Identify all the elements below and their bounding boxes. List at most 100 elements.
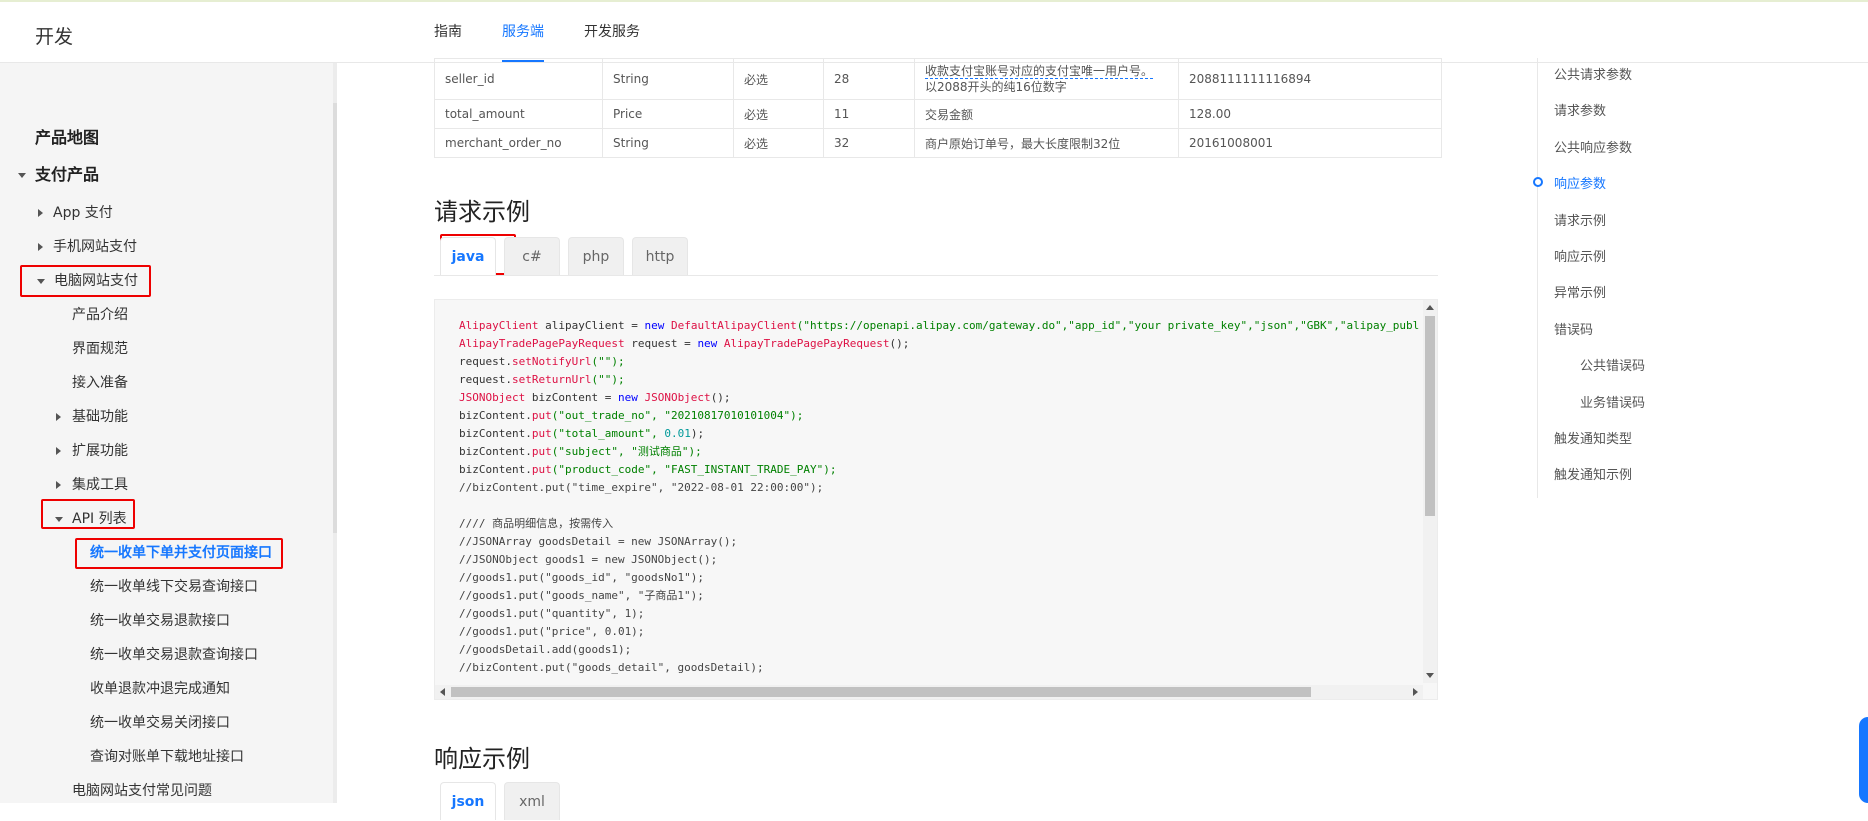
top-header: 开发 指南 服务端 开发服务 xyxy=(0,2,1868,63)
toc-item-response-params[interactable]: 响应参数 xyxy=(1554,173,1606,192)
sidebar-item-faq[interactable]: 电脑网站支付常见问题 xyxy=(72,781,212,801)
sidebar-item-extend[interactable]: 扩展功能 xyxy=(56,441,128,461)
param-desc: 商户原始订单号，最大长度限制32位 xyxy=(914,128,1179,158)
param-desc: 交易金额 xyxy=(914,99,1179,129)
sidebar-item-api-refund-query[interactable]: 统一收单交易退款查询接口 xyxy=(90,645,258,665)
sidebar-item-api-refund[interactable]: 统一收单交易退款接口 xyxy=(90,611,230,631)
code-horizontal-scrollbar-thumb[interactable] xyxy=(451,687,1311,697)
param-desc-line1: 收款支付宝账号对应的支付宝唯一用户号。 xyxy=(925,64,1154,79)
param-name: total_amount xyxy=(434,99,603,129)
tab-http[interactable]: http xyxy=(632,237,688,275)
param-name: merchant_order_no xyxy=(434,128,603,158)
param-desc: 收款支付宝账号对应的支付宝唯一用户号。 以2088开头的纯16位数字 xyxy=(914,58,1179,100)
param-required: 必选 xyxy=(733,99,824,129)
sidebar-item-pay-products[interactable]: 支付产品 xyxy=(18,165,99,185)
tab-server[interactable]: 服务端 xyxy=(502,2,544,62)
tab-php[interactable]: php xyxy=(568,237,624,275)
param-max-len: 11 xyxy=(823,99,915,129)
sidebar-item-intro[interactable]: 产品介绍 xyxy=(72,305,128,325)
param-max-len: 32 xyxy=(823,128,915,158)
toc-item-public-response-params[interactable]: 公共响应参数 xyxy=(1554,137,1632,156)
param-name: seller_id xyxy=(434,58,603,100)
sidebar-item-product-map[interactable]: 产品地图 xyxy=(35,128,99,148)
caret-right-icon xyxy=(38,243,43,251)
sidebar-item-api-bill-download[interactable]: 查询对账单下载地址接口 xyxy=(90,747,244,767)
section-title-request-example: 请求示例 xyxy=(434,198,530,226)
caret-right-icon xyxy=(56,481,61,489)
tab-java[interactable]: java xyxy=(440,237,496,275)
code-horizontal-scrollbar[interactable] xyxy=(435,685,1423,699)
tab-xml[interactable]: xml xyxy=(504,782,560,820)
param-type: Price xyxy=(602,99,734,129)
highlight-box-pc-web-pay xyxy=(20,265,151,297)
tab-guide[interactable]: 指南 xyxy=(434,2,462,62)
floating-help-tab[interactable] xyxy=(1859,717,1868,803)
response-language-tabs: json xml xyxy=(440,782,568,820)
sidebar-item-prepare[interactable]: 接入准备 xyxy=(72,373,128,393)
param-example: 20161008001 xyxy=(1178,128,1442,158)
table-row: merchant_order_no String 必选 32 商户原始订单号，最… xyxy=(434,128,1442,158)
sidebar-item-label: 支付产品 xyxy=(35,165,100,184)
tab-dev-services[interactable]: 开发服务 xyxy=(584,2,640,62)
toc-item-notify-types[interactable]: 触发通知类型 xyxy=(1554,428,1632,447)
sidebar-item-label: App 支付 xyxy=(53,205,113,221)
sidebar-item-ui-spec[interactable]: 界面规范 xyxy=(72,339,128,359)
sidebar-item-api-close[interactable]: 统一收单交易关闭接口 xyxy=(90,713,230,733)
scroll-down-icon[interactable] xyxy=(1426,673,1434,678)
brand-title[interactable]: 开发 xyxy=(35,22,73,49)
sidebar-scrollbar[interactable] xyxy=(333,63,337,803)
caret-right-icon xyxy=(56,413,61,421)
toc-item-public-request-params[interactable]: 公共请求参数 xyxy=(1554,64,1632,83)
sidebar-item-label: 手机网站支付 xyxy=(53,239,137,255)
highlight-box-api-page-pay xyxy=(75,538,283,569)
sidebar-item-app-pay[interactable]: App 支付 xyxy=(38,203,113,223)
toc-item-public-error-codes[interactable]: 公共错误码 xyxy=(1580,355,1645,374)
caret-right-icon xyxy=(38,209,43,217)
toc-item-notify-example[interactable]: 触发通知示例 xyxy=(1554,464,1632,483)
tabs-divider xyxy=(434,275,1438,276)
param-required: 必选 xyxy=(733,58,824,100)
table-of-contents: 公共请求参数 请求参数 公共响应参数 响应参数 请求示例 响应示例 异常示例 错… xyxy=(1533,58,1738,498)
toc-item-response-example[interactable]: 响应示例 xyxy=(1554,246,1606,265)
sidebar: 产品地图 支付产品 App 支付 手机网站支付 电脑网站支付 产品介绍 界面规范… xyxy=(0,63,333,803)
table-row: total_amount Price 必选 11 交易金额 128.00 xyxy=(434,99,1442,129)
toc-item-request-params[interactable]: 请求参数 xyxy=(1554,100,1606,119)
sidebar-item-label: 集成工具 xyxy=(72,477,128,493)
code-content: AlipayClient alipayClient = new DefaultA… xyxy=(459,319,1419,674)
table-row: seller_id String 必选 28 收款支付宝账号对应的支付宝唯一用户… xyxy=(434,58,1442,100)
top-nav: 指南 服务端 开发服务 xyxy=(434,2,680,62)
param-type: String xyxy=(602,58,734,100)
code-block[interactable]: AlipayClient alipayClient = new DefaultA… xyxy=(434,299,1438,700)
toc-item-request-example[interactable]: 请求示例 xyxy=(1554,210,1606,229)
scroll-right-icon[interactable] xyxy=(1413,688,1418,696)
code-vertical-scrollbar[interactable] xyxy=(1423,300,1437,683)
param-example: 128.00 xyxy=(1178,99,1442,129)
sidebar-item-label: 扩展功能 xyxy=(72,443,128,459)
section-title-response-example: 响应示例 xyxy=(434,745,530,773)
scroll-up-icon[interactable] xyxy=(1426,305,1434,310)
code-language-tabs: java c# php http xyxy=(440,237,696,275)
highlight-box-api-list xyxy=(41,499,135,529)
toc-item-error-example[interactable]: 异常示例 xyxy=(1554,282,1606,301)
caret-right-icon xyxy=(56,447,61,455)
code-vertical-scrollbar-thumb[interactable] xyxy=(1425,316,1435,516)
sidebar-item-basic[interactable]: 基础功能 xyxy=(56,407,128,427)
param-required: 必选 xyxy=(733,128,824,158)
param-max-len: 28 xyxy=(823,58,915,100)
sidebar-item-api-query[interactable]: 统一收单线下交易查询接口 xyxy=(90,577,258,597)
scroll-left-icon[interactable] xyxy=(440,688,445,696)
tab-csharp[interactable]: c# xyxy=(504,237,560,275)
toc-item-business-error-codes[interactable]: 业务错误码 xyxy=(1580,392,1645,411)
caret-down-icon xyxy=(18,173,26,178)
sidebar-item-mobile-web-pay[interactable]: 手机网站支付 xyxy=(38,237,137,257)
sidebar-item-label: 基础功能 xyxy=(72,409,128,425)
params-table: seller_id String 必选 28 收款支付宝账号对应的支付宝唯一用户… xyxy=(434,58,1442,158)
sidebar-item-api-refund-notify[interactable]: 收单退款冲退完成通知 xyxy=(90,679,230,699)
tab-json[interactable]: json xyxy=(440,782,496,820)
toc-item-error-codes[interactable]: 错误码 xyxy=(1554,319,1593,338)
sidebar-item-tools[interactable]: 集成工具 xyxy=(56,475,128,495)
sidebar-scrollbar-thumb[interactable] xyxy=(333,103,337,533)
param-type: String xyxy=(602,128,734,158)
param-example: 2088111111116894 xyxy=(1178,58,1442,100)
param-desc-line2: 以2088开头的纯16位数字 xyxy=(925,80,1067,94)
